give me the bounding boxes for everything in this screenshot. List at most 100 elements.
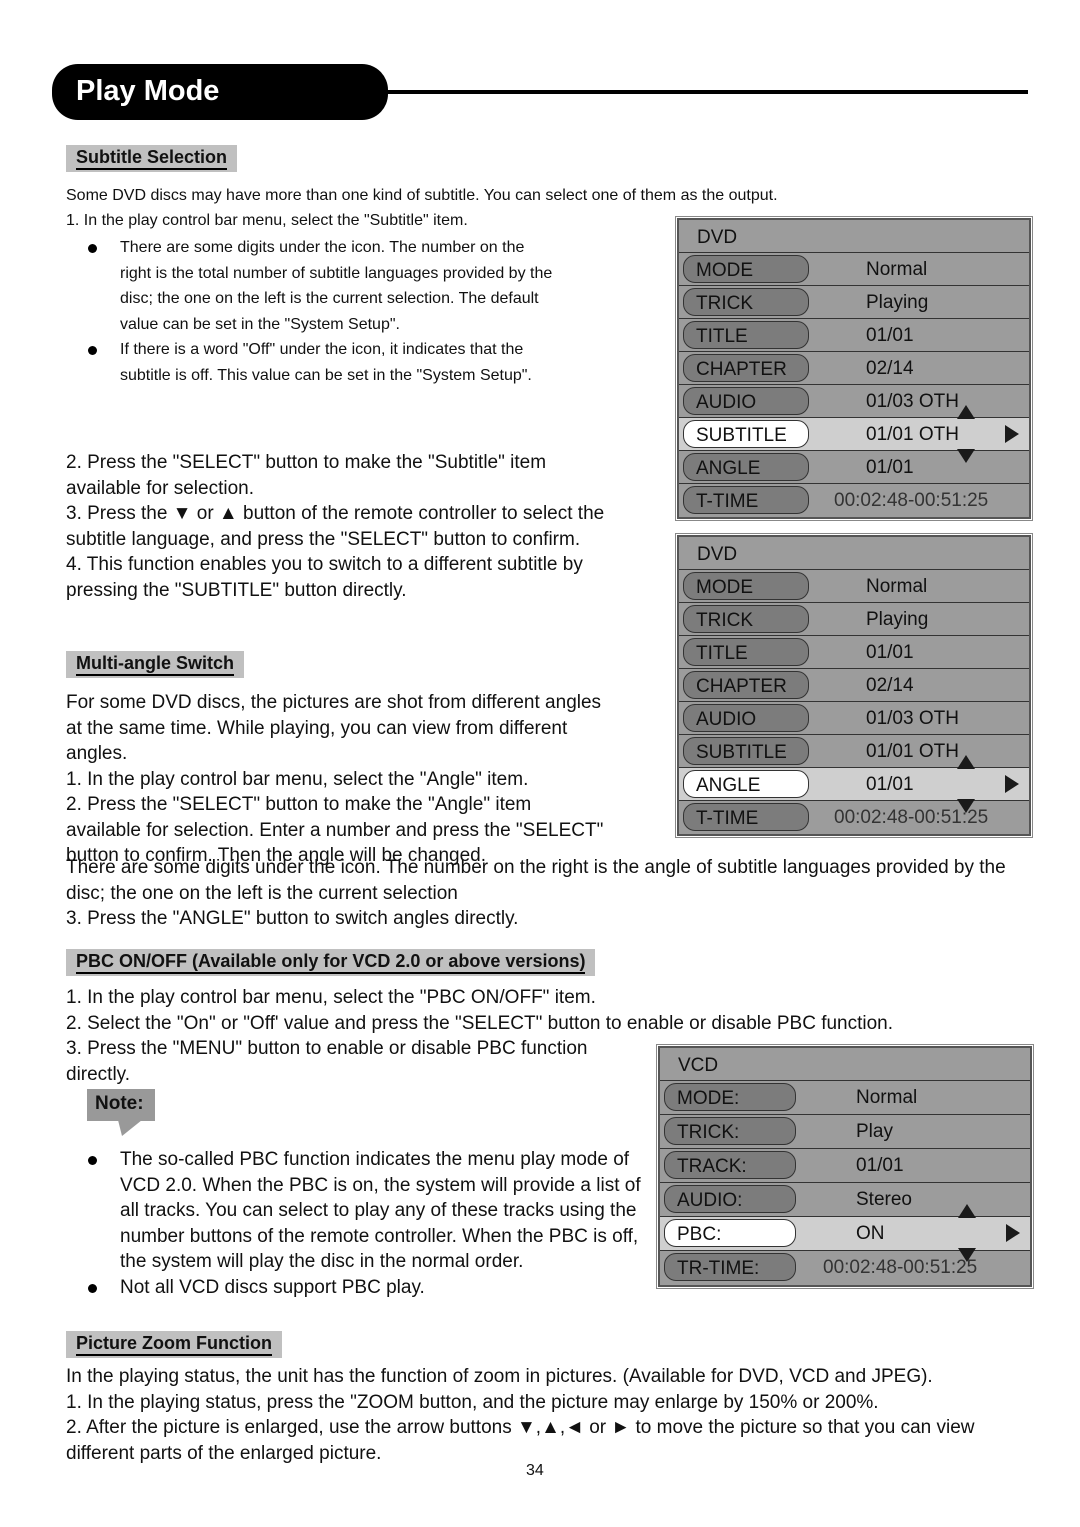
osd-title: DVD (679, 537, 1029, 570)
osd-row-label: PBC: (664, 1219, 796, 1247)
osd-row-value: 01/03 OTH (866, 708, 959, 729)
section-heading-angle: Multi-angle Switch (66, 651, 245, 678)
osd-row[interactable]: TRICK: Play (660, 1115, 1030, 1149)
osd-row-label: ANGLE (683, 770, 809, 798)
arrow-down-icon[interactable] (958, 1248, 976, 1262)
osd-row-label: T-TIME (683, 803, 809, 831)
osd-row-value: 01/01 (856, 1155, 904, 1176)
osd-row[interactable]: PBC: ON (660, 1204, 1030, 1262)
subtitle-bullets: There are some digits under the icon. Th… (66, 235, 556, 388)
osd-row[interactable]: SUBTITLE 01/01 OTH (679, 735, 1029, 768)
osd-row-label: CHAPTER (683, 671, 809, 699)
osd-row-value: 01/01 (866, 774, 914, 795)
pbc-bullets: The so-called PBC function indicates the… (66, 1147, 646, 1300)
bullet-item: The so-called PBC function indicates the… (66, 1147, 646, 1275)
arrow-down-icon[interactable] (957, 449, 975, 463)
osd-row-label: MODE: (664, 1083, 796, 1111)
note-tail (118, 1120, 142, 1136)
osd-row-label: ANGLE (683, 453, 809, 481)
osd-row[interactable]: MODE Normal (679, 253, 1029, 286)
osd-row-label: SUBTITLE (683, 737, 809, 765)
osd-row-label: MODE (683, 572, 809, 600)
osd-row-label: TITLE (683, 321, 809, 349)
osd-row-value: 01/01 (866, 457, 914, 478)
osd-title: DVD (679, 220, 1029, 253)
osd-row-label: TRICK (683, 605, 809, 633)
osd-row-value: Normal (866, 576, 928, 597)
section-heading-subtitle: Subtitle Selection (66, 145, 238, 172)
osd-row-value: Playing (866, 292, 929, 313)
osd-row[interactable]: TRICK Playing (679, 603, 1029, 636)
subtitle-intro: Some DVD discs may have more than one ki… (66, 187, 778, 204)
osd-row-value: Stereo (856, 1189, 912, 1210)
osd-row[interactable]: CHAPTER 02/14 (679, 352, 1029, 385)
osd-row-value: ON (856, 1223, 885, 1244)
osd-row[interactable]: AUDIO 01/03 OTH (679, 385, 1029, 418)
osd-row-value: 01/03 OTH (866, 391, 959, 412)
angle-text: For some DVD discs, the pictures are sho… (66, 692, 604, 866)
arrow-down-icon[interactable] (957, 799, 975, 813)
osd-row[interactable]: SUBTITLE 01/01 OTH (679, 405, 1029, 463)
osd-row-label: AUDIO (683, 704, 809, 732)
osd-row-label: MODE (683, 255, 809, 283)
arrow-up-icon[interactable] (957, 405, 975, 419)
osd-row-value: 00:02:48-00:51:25 (834, 490, 989, 511)
pbc-text-wide: 1. In the play control bar menu, select … (66, 987, 894, 1034)
osd-title: VCD (660, 1048, 1030, 1081)
bullet-item: If there is a word "Off" under the icon,… (66, 337, 556, 388)
section-heading-zoom: Picture Zoom Function (66, 1331, 282, 1358)
osd-row[interactable]: ANGLE 01/01 (679, 755, 1029, 813)
osd-row-value: 02/14 (866, 358, 914, 379)
arrow-right-icon[interactable] (1005, 425, 1019, 443)
arrow-up-icon[interactable] (957, 755, 975, 769)
osd-row-label: AUDIO: (664, 1185, 796, 1213)
osd-dvd-angle: DVD MODE Normal TRICK Playing TITLE 01/01 CHAPT… (675, 533, 1033, 838)
osd-row-value: 01/01 OTH (866, 741, 959, 762)
subtitle-step-1: 1. In the play control bar menu, select … (66, 212, 468, 229)
osd-row-value: Play (856, 1121, 893, 1142)
bullet-item: Not all VCD discs support PBC play. (66, 1275, 646, 1301)
osd-row[interactable]: TITLE 01/01 (679, 319, 1029, 352)
osd-row[interactable]: MODE Normal (679, 570, 1029, 603)
osd-row-label: SUBTITLE (683, 420, 809, 448)
osd-row-value: 01/01 OTH (866, 424, 959, 445)
osd-row-label: TRICK: (664, 1117, 796, 1145)
arrow-up-icon[interactable] (958, 1204, 976, 1218)
osd-row[interactable]: AUDIO 01/03 OTH (679, 702, 1029, 735)
angle-text-wide: There are some digits under the icon. Th… (66, 857, 1006, 929)
arrow-right-icon[interactable] (1005, 775, 1019, 793)
osd-row-label: TRACK: (664, 1151, 796, 1179)
osd-row-label: AUDIO (683, 387, 809, 415)
osd-row[interactable]: TRACK: 01/01 (660, 1149, 1030, 1183)
note-label: Note: (87, 1089, 155, 1121)
osd-row-label: TR-TIME: (664, 1253, 796, 1281)
osd-dvd-subtitle: DVD MODE Normal TRICK Playing TITLE 01/01 CHAPT… (675, 216, 1033, 521)
page-number: 34 (526, 1462, 544, 1479)
osd-row-value: Normal (866, 259, 928, 280)
title-rule (385, 90, 1028, 94)
osd-row[interactable]: TITLE 01/01 (679, 636, 1029, 669)
osd-row-value: 01/01 (866, 642, 914, 663)
subtitle-steps: 2. Press the "SELECT" button to make the… (66, 452, 605, 601)
osd-row[interactable]: ANGLE 01/01 (679, 451, 1029, 484)
osd-row-value: Normal (856, 1087, 918, 1108)
arrow-right-icon[interactable] (1006, 1224, 1020, 1242)
section-heading-pbc: PBC ON/OFF (Available only for VCD 2.0 o… (66, 949, 596, 976)
osd-row[interactable]: T-TIME 00:02:48-00:51:25 (679, 801, 1029, 834)
osd-row-label: T-TIME (683, 486, 809, 514)
osd-row-label: TITLE (683, 638, 809, 666)
osd-row[interactable]: MODE: Normal (660, 1081, 1030, 1115)
osd-row-value: 01/01 (866, 325, 914, 346)
osd-row-label: CHAPTER (683, 354, 809, 382)
pbc-step-3: 3. Press the "MENU" button to enable or … (66, 1038, 588, 1085)
osd-vcd-pbc: VCD MODE: Normal TRICK: Play TRACK: 01/01 AUDIO… (656, 1044, 1034, 1289)
osd-row-label: TRICK (683, 288, 809, 316)
zoom-text: In the playing status, the unit has the … (66, 1366, 975, 1464)
osd-row-value: 02/14 (866, 675, 914, 696)
page-title: Play Mode (52, 64, 388, 120)
osd-row[interactable]: CHAPTER 02/14 (679, 669, 1029, 702)
osd-row[interactable]: TRICK Playing (679, 286, 1029, 319)
osd-row[interactable]: T-TIME 00:02:48-00:51:25 (679, 484, 1029, 517)
osd-row-value: Playing (866, 609, 929, 630)
bullet-item: There are some digits under the icon. Th… (66, 235, 556, 337)
